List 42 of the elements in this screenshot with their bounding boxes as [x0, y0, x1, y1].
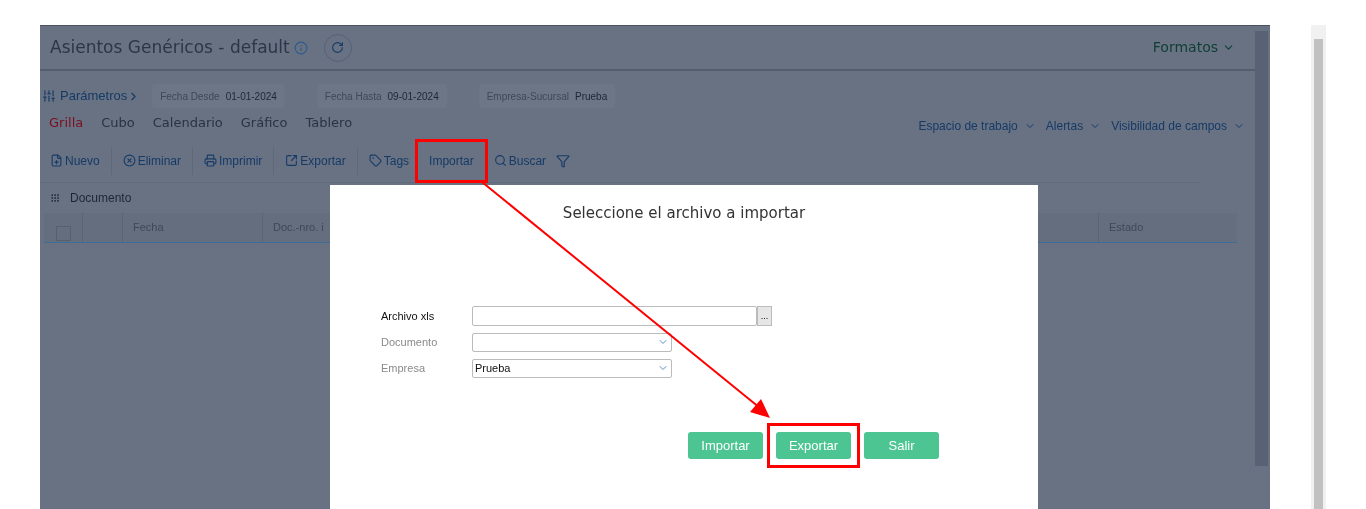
toolbar-button[interactable]: Eliminar — [120, 138, 184, 183]
external-link-icon — [285, 154, 299, 167]
toolbar-button[interactable]: Exportar — [283, 138, 348, 183]
page-title: Asientos Genéricos - default — [50, 35, 290, 59]
refresh-icon — [331, 41, 345, 54]
filter-icon[interactable] — [556, 153, 571, 168]
info-icon[interactable] — [293, 40, 308, 55]
search-icon — [493, 154, 507, 167]
browse-button[interactable]: ... — [757, 306, 772, 326]
field-label: Documento — [381, 334, 439, 350]
grip-icon — [50, 193, 60, 203]
parameters-link[interactable]: Parámetros — [60, 86, 141, 106]
view-tab[interactable]: Calendario — [152, 113, 223, 133]
toolbar-button[interactable]: Nuevo — [48, 138, 102, 183]
select-field[interactable] — [472, 332, 672, 352]
dialog-button[interactable]: Exportar — [776, 432, 851, 459]
view-menu[interactable]: Espacio de trabajo — [918, 117, 1036, 135]
view-menu[interactable]: Visibilidad de campos — [1111, 117, 1245, 135]
tag-icon — [368, 154, 382, 167]
dialog-button[interactable]: Importar — [688, 432, 763, 459]
dialog-button[interactable]: Salir — [864, 432, 939, 459]
field-label: Empresa — [381, 360, 427, 376]
toolbar-button[interactable]: Imprimir — [202, 138, 265, 183]
close-circle-icon — [122, 154, 136, 167]
dialog-title: Seleccione el archivo a importar — [562, 204, 806, 222]
view-tab[interactable]: Grilla — [49, 113, 84, 133]
toolbar-button[interactable]: Buscar — [491, 138, 549, 183]
new-file-icon — [50, 154, 63, 167]
file-field[interactable] — [472, 306, 757, 326]
view-menu[interactable]: Alertas — [1045, 117, 1102, 135]
scrollbar[interactable] — [1311, 25, 1326, 509]
view-tab[interactable]: Tablero — [305, 113, 353, 133]
toolbar-button[interactable]: Importar — [415, 138, 488, 183]
checkbox[interactable] — [55, 226, 71, 241]
formats-menu[interactable]: Formatos — [1152, 37, 1235, 58]
toolbar-button[interactable]: Tags — [366, 138, 412, 183]
group-label: Documento — [70, 190, 132, 207]
sliders-icon — [42, 89, 56, 103]
view-tab[interactable]: Gráfico — [240, 113, 288, 133]
printer-icon — [204, 154, 218, 167]
field-label: Archivo xls — [381, 308, 436, 324]
view-tab[interactable]: Cubo — [101, 113, 135, 133]
